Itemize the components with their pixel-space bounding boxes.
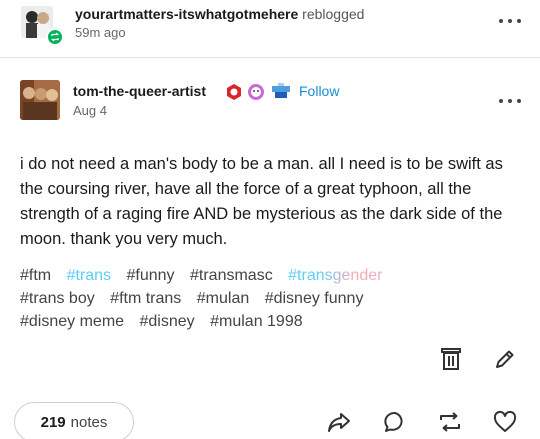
heart-icon[interactable] xyxy=(492,409,518,435)
tag[interactable]: #ftm trans xyxy=(110,287,181,310)
red-badge-icon[interactable] xyxy=(225,83,243,101)
reblog-header: yourartmatters-itswhatgotmehere reblogge… xyxy=(0,0,540,52)
tag[interactable]: #mulan 1998 xyxy=(210,310,303,333)
reblog-verb: reblogged xyxy=(302,6,365,22)
notes-count: 219 xyxy=(40,413,66,431)
more-options-icon[interactable] xyxy=(499,96,521,106)
reblogger-username[interactable]: yourartmatters-itswhatgotmehere xyxy=(75,6,298,22)
pencil-icon[interactable] xyxy=(492,346,518,372)
tag-list: #ftm #trans #funny #transmasc #transgend… xyxy=(20,264,525,333)
reblog-badge-icon xyxy=(46,28,64,46)
tag[interactable]: #disney funny xyxy=(265,287,364,310)
tag[interactable]: #trans xyxy=(67,264,111,287)
author-avatar[interactable] xyxy=(20,80,60,120)
share-icon[interactable] xyxy=(326,409,352,435)
author-username[interactable]: tom-the-queer-artist xyxy=(73,83,206,99)
post-text: i do not need a man's body to be a man. … xyxy=(20,155,503,248)
tag[interactable]: #disney xyxy=(140,310,195,333)
more-options-icon[interactable] xyxy=(499,16,521,26)
reblog-attribution: yourartmatters-itswhatgotmehere reblogge… xyxy=(75,6,364,22)
post-header: tom-the-queer-artist Follow Aug 4 xyxy=(0,58,540,128)
follow-button[interactable]: Follow xyxy=(299,83,339,99)
notes-button[interactable]: 219 notes xyxy=(14,402,134,439)
post-date[interactable]: Aug 4 xyxy=(73,103,107,118)
tag[interactable]: #mulan xyxy=(197,287,249,310)
tag[interactable]: #transmasc xyxy=(190,264,273,287)
tag[interactable]: #transgender xyxy=(288,264,382,287)
comment-icon[interactable] xyxy=(382,409,408,435)
trash-icon[interactable] xyxy=(438,346,464,372)
purple-badge-icon[interactable] xyxy=(247,83,265,101)
blue-badge-icon[interactable] xyxy=(270,83,292,101)
tag[interactable]: #funny xyxy=(127,264,175,287)
reblog-icon[interactable] xyxy=(437,409,463,435)
tag[interactable]: #disney meme xyxy=(20,310,124,333)
tag[interactable]: #trans boy xyxy=(20,287,95,310)
reblog-timestamp[interactable]: 59m ago xyxy=(75,25,126,40)
notes-label: notes xyxy=(70,413,108,431)
tag[interactable]: #ftm xyxy=(20,264,51,287)
